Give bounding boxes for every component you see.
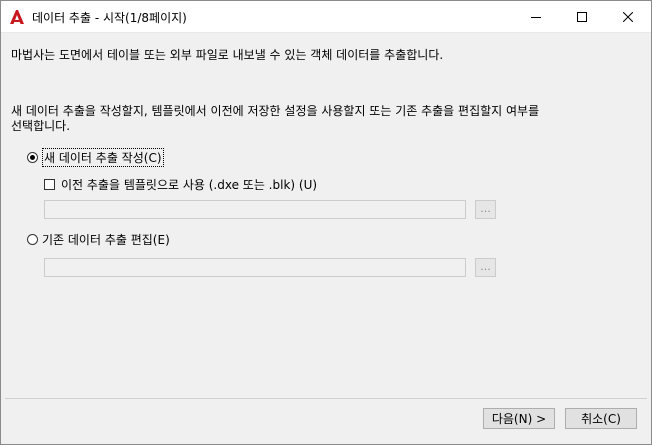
description-line-2: 선택합니다. xyxy=(11,119,71,133)
next-button[interactable]: 다음(N) > xyxy=(483,408,555,429)
window-title: 데이터 추출 - 시작(1/8페이지) xyxy=(32,11,187,25)
maximize-button[interactable] xyxy=(559,1,605,32)
use-template-checkbox-option[interactable]: 이전 추출을 템플릿으로 사용 (.dxe 또는 .blk) (U) xyxy=(44,176,317,192)
description-line-1: 새 데이터 추출을 작성할지, 템플릿에서 이전에 저장한 설정을 사용할지 또… xyxy=(11,104,540,118)
edit-existing-radio-option[interactable]: 기존 데이터 추출 편집(E) xyxy=(27,231,170,247)
footer-separator xyxy=(5,398,647,399)
edit-existing-label: 기존 데이터 추출 편집(E) xyxy=(42,232,170,247)
minimize-icon xyxy=(531,16,541,18)
cancel-button[interactable]: 취소(C) xyxy=(565,408,637,429)
close-button[interactable] xyxy=(605,1,651,32)
minimize-button[interactable] xyxy=(513,1,559,32)
create-new-label: 새 데이터 추출 작성(C) xyxy=(42,147,164,167)
existing-path-field[interactable] xyxy=(44,258,466,277)
existing-browse-button[interactable]: ... xyxy=(475,258,496,277)
template-browse-button[interactable]: ... xyxy=(475,200,496,219)
maximize-icon xyxy=(577,11,587,22)
template-path-field[interactable] xyxy=(44,200,466,219)
data-extraction-dialog: 데이터 추출 - 시작(1/8페이지) 마법사는 도면에서 테이블 또는 외부 … xyxy=(0,0,652,445)
use-template-label: 이전 추출을 템플릿으로 사용 (.dxe 또는 .blk) (U) xyxy=(61,177,318,192)
intro-text: 마법사는 도면에서 테이블 또는 외부 파일로 내보낼 수 있는 객체 데이터를… xyxy=(11,48,444,62)
create-new-radio[interactable] xyxy=(27,151,38,163)
edit-existing-radio[interactable] xyxy=(27,233,38,245)
close-icon xyxy=(623,11,633,22)
autocad-logo-icon xyxy=(10,10,24,24)
title-bar[interactable]: 데이터 추출 - 시작(1/8페이지) xyxy=(1,1,651,33)
create-new-radio-option[interactable]: 새 데이터 추출 작성(C) xyxy=(27,147,164,167)
use-template-checkbox[interactable] xyxy=(44,178,55,190)
